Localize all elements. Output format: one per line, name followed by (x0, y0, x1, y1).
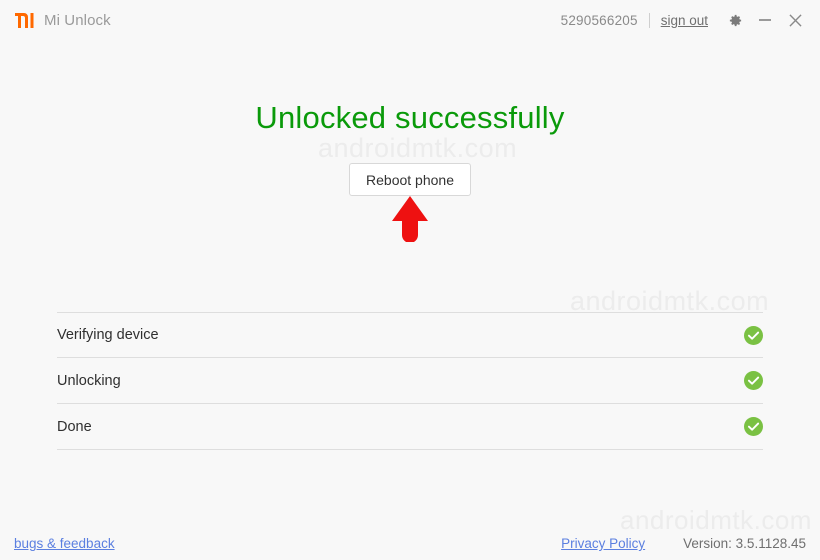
footer-right-group: Privacy Policy Version: 3.5.1128.45 (561, 536, 806, 551)
mi-logo-icon (14, 12, 36, 29)
titlebar-separator (648, 12, 650, 28)
gear-icon[interactable] (722, 7, 748, 33)
check-circle-icon (744, 325, 763, 345)
privacy-policy-link[interactable]: Privacy Policy (561, 536, 645, 551)
annotation-arrow-icon (390, 196, 430, 243)
page-title: Unlocked successfully (255, 100, 565, 135)
watermark-top: androidmtk.com (318, 133, 518, 163)
table-row: Done (57, 404, 763, 450)
titlebar-controls: 5290566205 sign out (561, 0, 820, 40)
bugs-feedback-link[interactable]: bugs & feedback (14, 536, 115, 551)
reboot-phone-button[interactable]: Reboot phone (349, 163, 471, 196)
step-label: Done (57, 418, 92, 435)
check-circle-icon (744, 371, 763, 390)
table-row: Verifying device (57, 312, 763, 358)
account-id: 5290566205 (560, 12, 638, 28)
table-row: Unlocking (57, 358, 763, 404)
minimize-icon[interactable] (752, 7, 778, 33)
app-brand: Mi Unlock (14, 12, 111, 29)
step-label: Unlocking (57, 372, 121, 389)
sign-out-link[interactable]: sign out (661, 13, 708, 28)
check-circle-icon (744, 417, 763, 436)
watermark-bottom: androidmtk.com (620, 505, 812, 535)
title-bar: Mi Unlock 5290566205 sign out (0, 0, 820, 40)
app-title: Mi Unlock (44, 11, 111, 29)
close-icon[interactable] (782, 7, 808, 33)
step-label: Verifying device (57, 327, 159, 343)
version-label: Version: 3.5.1128.45 (683, 536, 806, 551)
status-steps-list: Verifying device Unlocking Done (57, 312, 763, 450)
